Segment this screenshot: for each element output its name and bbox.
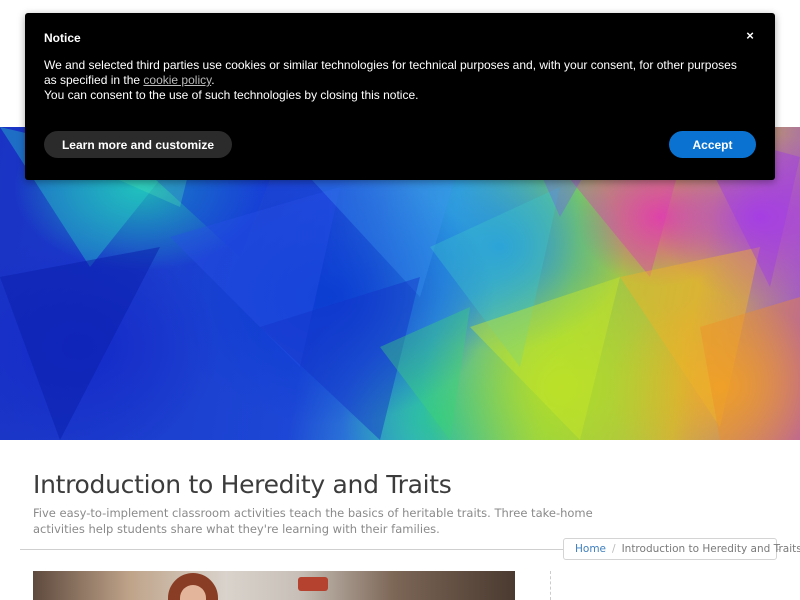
photo-object — [298, 577, 328, 591]
breadcrumb-separator: / — [612, 543, 616, 555]
notice-text-line2: You can consent to the use of such techn… — [44, 88, 419, 102]
lesson-photo — [33, 571, 515, 600]
notice-text-line1-end: . — [211, 73, 215, 87]
breadcrumb: Home / Introduction to Heredity and Trai… — [563, 538, 800, 560]
notice-title: Notice — [44, 31, 81, 45]
page-description: Five easy-to-implement classroom activit… — [33, 506, 593, 536]
breadcrumb-home-link[interactable]: Home — [575, 543, 606, 555]
cookie-policy-link[interactable]: cookie policy — [143, 73, 211, 87]
notice-body: We and selected third parties use cookie… — [44, 58, 744, 103]
page-title: Introduction to Heredity and Traits — [33, 470, 452, 499]
close-icon[interactable]: × — [742, 27, 758, 43]
breadcrumb-current: Introduction to Heredity and Traits — [621, 543, 800, 555]
accept-button[interactable]: Accept — [669, 131, 756, 158]
cookie-notice: Notice × We and selected third parties u… — [25, 13, 775, 180]
learn-more-customize-button[interactable]: Learn more and customize — [44, 131, 232, 158]
sidebar-divider — [550, 571, 551, 600]
